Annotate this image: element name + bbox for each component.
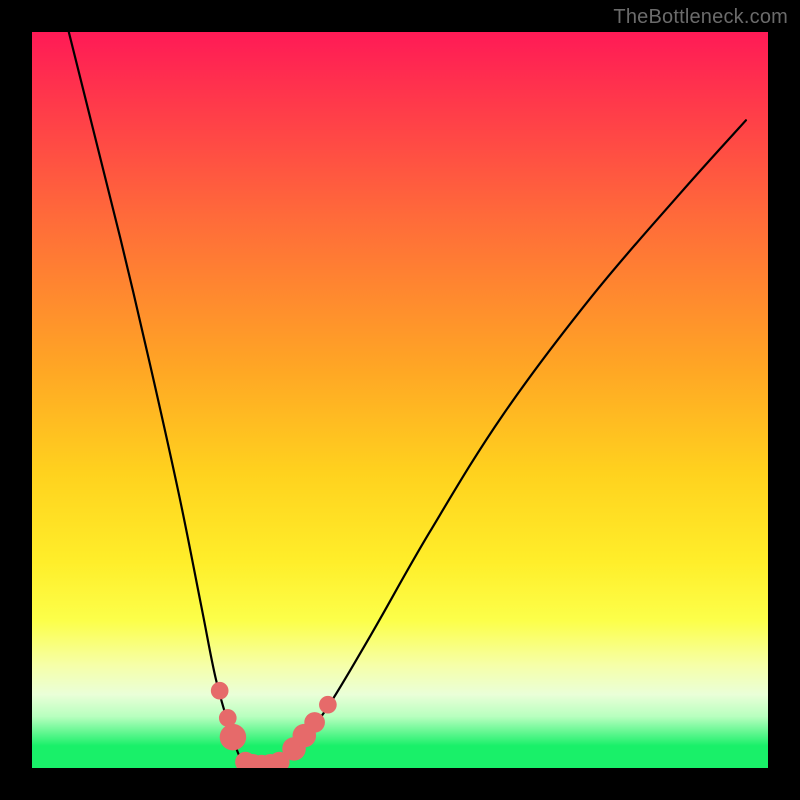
watermark-text: TheBottleneck.com [613,6,788,29]
curve-marker [220,724,246,750]
chart-frame: TheBottleneck.com [0,0,800,800]
curve-marker [211,682,229,700]
curve-layer [32,32,768,768]
curve-markers [211,682,337,768]
curve-marker [319,696,337,714]
bottleneck-curve [69,32,746,768]
curve-marker [304,712,325,733]
plot-area [32,32,768,768]
